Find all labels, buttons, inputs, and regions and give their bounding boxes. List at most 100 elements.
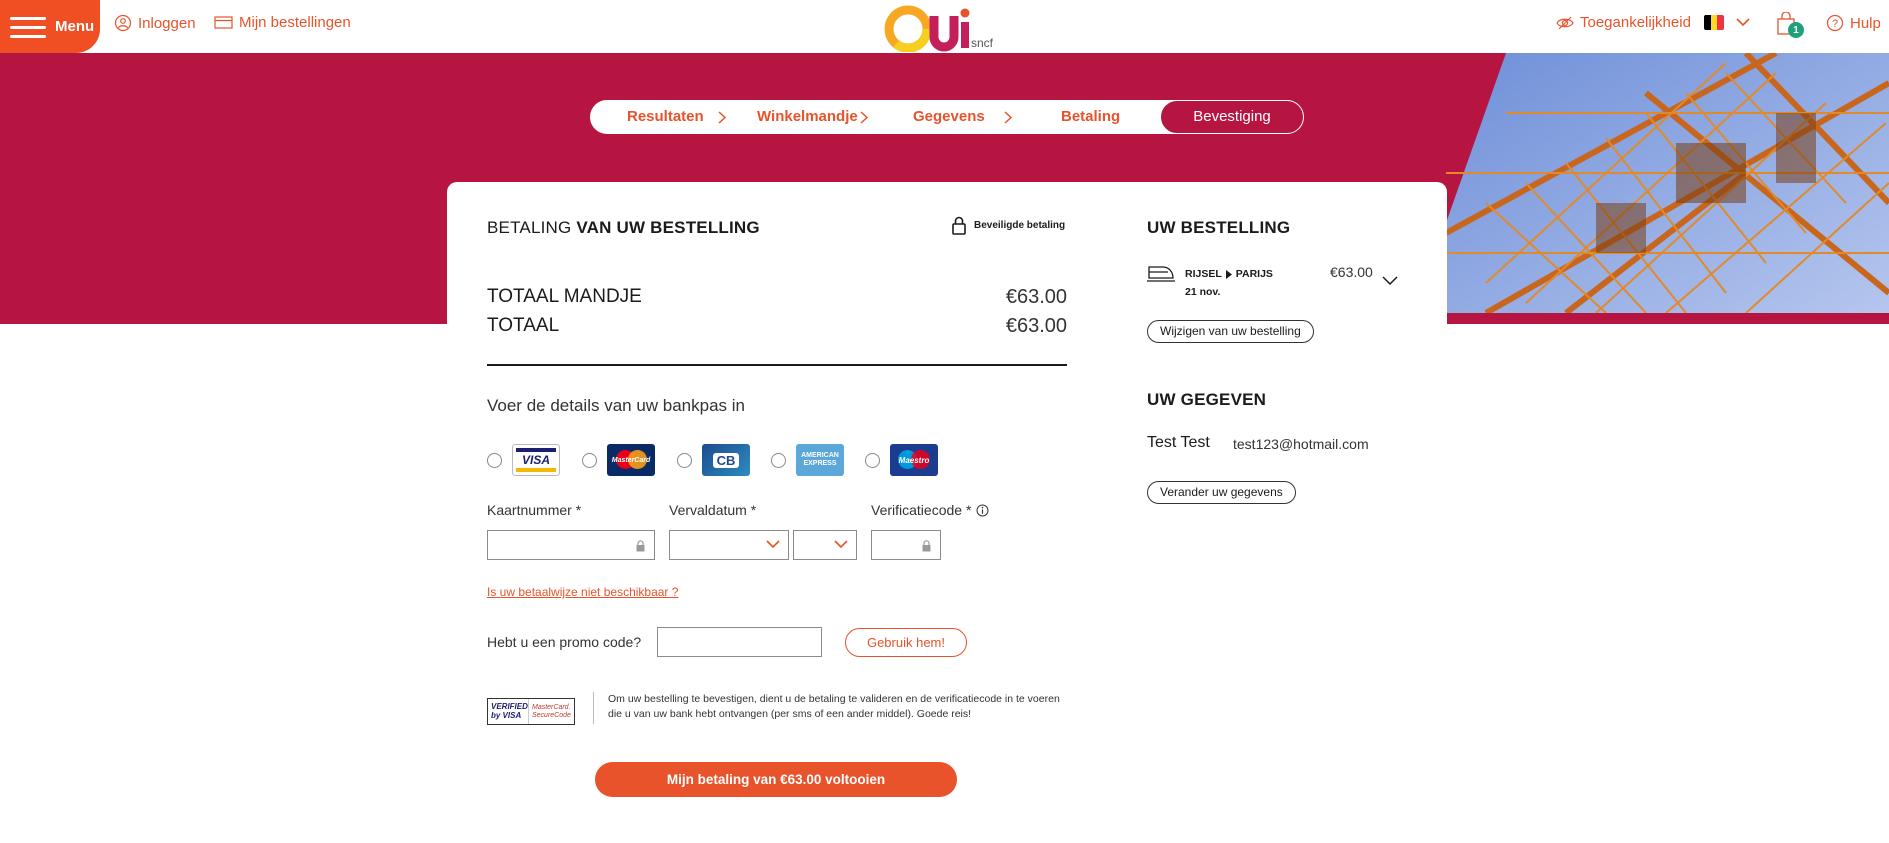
step-results[interactable]: Resultaten [627,101,704,133]
cb-radio[interactable] [677,452,692,468]
cart-count-badge: 1 [1788,22,1804,38]
payment-title: BETALING VAN UW BESTELLING [487,218,760,238]
cvc-input[interactable] [871,530,941,560]
chevron-down-icon [766,540,780,549]
promo-code-label: Hebt u een promo code? [487,634,642,650]
trip-date: 21 nov. [1185,286,1221,298]
menu-label: Menu [55,18,95,35]
customer-details-title: UW GEGEVEN [1147,390,1267,409]
trip-price: €63.00 [1330,264,1373,280]
visa-logo-icon: VISA [512,444,560,476]
cb-logo-text: CB [712,452,740,468]
change-details-button[interactable]: Verander uw gegevens [1147,481,1296,504]
chevron-right-icon [860,111,869,124]
checkout-stepper: Resultaten Winkelmandje Gegevens Betalin… [590,100,1304,134]
expiry-label: Vervaldatum * [669,502,756,518]
card-number-label: Kaartnummer * [487,502,581,518]
step-details[interactable]: Gegevens [913,101,985,133]
step-payment[interactable]: Betaling [1061,101,1120,133]
mastercard-logo-icon: MasterCard [607,444,655,476]
customer-email: test123@hotmail.com [1233,436,1369,452]
cb-logo-icon: CB [702,444,750,476]
step-basket[interactable]: Winkelmandje [757,101,858,133]
mastercard-radio[interactable] [582,452,597,468]
order-summary-title: UW BESTELLING [1147,218,1291,237]
cvc-label: Verificatiecode * [871,502,989,518]
svg-text:sncf: sncf [971,36,994,50]
expiry-month-select[interactable] [669,530,789,560]
secure-3d-logos: VERIFIED by VISA MasterCard. SecureCode [487,698,575,725]
amex-radio[interactable] [771,452,786,468]
expiry-year-select[interactable] [793,530,857,560]
card-details-prompt: Voer de details van uw bankpas in [487,396,746,415]
trip-destination: PARIJS [1235,268,1273,280]
login-link[interactable]: Inloggen [114,14,196,32]
card-option-amex[interactable]: AMERICAN EXPRESS [771,444,844,476]
eye-slash-icon [1556,16,1574,29]
login-label: Inloggen [138,14,196,32]
card-option-maestro[interactable]: Maestro [865,444,938,476]
complete-payment-button[interactable]: Mijn betaling van €63.00 voltooien [595,762,957,797]
chevron-right-icon [718,111,727,124]
trip-summary: RIJSEL PARIJS 21 nov. [1147,264,1273,298]
belgium-flag-icon [1704,15,1724,30]
card-number-input[interactable] [487,530,655,560]
train-icon [1147,266,1175,282]
cvc-label-text: Verificatiecode * [871,502,972,518]
checkout-card: BETALING VAN UW BESTELLING Beveiligde be… [447,182,1447,843]
lock-icon [636,540,645,552]
accessibility-link[interactable]: Toegankelijkheid [1556,14,1691,31]
chevron-down-icon [834,540,848,549]
basket-total-value: €63.00 [1005,286,1067,308]
lock-icon [952,216,966,235]
totals-divider [487,364,1067,366]
note-separator [593,692,594,724]
expiry-label-text: Vervaldatum * [669,502,757,518]
oui-sncf-logo[interactable]: sncf [882,4,1018,52]
maestro-logo-text: Maestro [898,455,930,465]
secure-payment-label: Beveiligde betaling [974,220,1066,231]
help-label: Hulp [1850,14,1881,32]
secure-payment-badge: Beveiligde betaling [952,216,1065,235]
mastercard-securecode-logo: MasterCard. SecureCode [528,699,574,724]
maestro-radio[interactable] [865,452,880,468]
verified-by-visa-logo: VERIFIED by VISA [491,702,528,720]
mastercard-logo-text: MasterCard [611,456,651,464]
customer-name: Test Test [1147,434,1210,451]
chevron-down-icon [1736,18,1750,27]
total-label: TOTAAL [487,315,560,336]
language-selector[interactable] [1704,15,1750,30]
help-link[interactable]: ? Hulp [1826,14,1881,32]
eiffel-tower-photo [1446,53,1889,313]
visa-radio[interactable] [487,452,502,468]
amex-logo-icon: AMERICAN EXPRESS [796,444,844,476]
lock-icon [922,540,931,552]
my-orders-link[interactable]: Mijn bestellingen [214,14,351,31]
visa-logo-text: VISA [521,453,550,467]
ticket-icon [214,15,233,29]
amex-logo-text: AMERICAN EXPRESS [801,452,839,467]
shopping-cart-button[interactable]: 1 [1776,11,1804,40]
promo-code-input[interactable] [657,627,822,657]
accessibility-label: Toegankelijkheid [1580,14,1691,31]
total-value: €63.00 [1005,315,1067,337]
arrow-right-icon [1225,269,1232,279]
card-option-cb[interactable]: CB [677,444,750,476]
svg-text:?: ? [1832,18,1838,30]
card-option-mastercard[interactable]: MasterCard [582,444,655,476]
modify-order-button[interactable]: Wijzigen van uw bestelling [1147,320,1314,343]
payment-title-rest: VAN UW BESTELLING [576,218,760,237]
hamburger-icon [10,16,46,38]
card-option-visa[interactable]: VISA [487,444,560,476]
menu-button[interactable]: Menu [0,0,100,53]
chevron-right-icon [1004,111,1013,124]
info-icon[interactable] [976,504,989,517]
basket-total-row: TOTAAL MANDJE €63.00 [487,286,1067,309]
apply-promo-button[interactable]: Gebruik hem! [845,628,967,657]
step-confirmation[interactable]: Bevestiging [1160,100,1304,134]
verification-note: Om uw bestelling te bevestigen, dient u … [608,693,1060,720]
help-circle-icon: ? [1826,14,1844,32]
my-orders-label: Mijn bestellingen [239,14,351,31]
payment-unavailable-link[interactable]: Is uw betaalwijze niet beschikbaar ? [487,585,678,599]
expand-chevron-icon[interactable] [1382,276,1398,286]
